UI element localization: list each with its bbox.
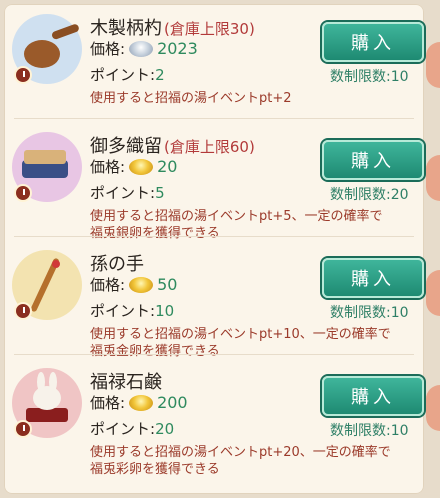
points-row: ポイント:10: [90, 302, 175, 320]
buy-button[interactable]: 購入: [322, 22, 424, 62]
points-row: ポイント:5: [90, 184, 165, 202]
stock-limit: (倉庫上限60): [164, 138, 255, 156]
stock-limit: (倉庫上限30): [164, 20, 255, 38]
silver-coin-icon: [129, 40, 154, 57]
item-description: 使用すると招福の湯イベントpt+2: [90, 91, 292, 106]
side-tab[interactable]: [426, 385, 440, 431]
purchase-limit: 数制限数:20: [330, 187, 409, 203]
side-tab[interactable]: [426, 270, 440, 316]
item-name: 木製柄杓 (倉庫上限30): [90, 18, 255, 39]
price-row: 価格: 50: [90, 275, 178, 294]
price-row: 価格: 2023: [90, 39, 198, 58]
divider: [14, 236, 414, 237]
purchase-limit: 数制限数:10: [330, 423, 409, 439]
shop-item-soap: 福禄石鹸 価格: 200 ポイント:20 使用すると招福の湯イベントpt+20、…: [4, 358, 424, 477]
item-name: 孫の手: [90, 254, 144, 275]
shop-item-wooden-ladle: 木製柄杓 (倉庫上限30) 価格: 2023 ポイント:2 使用すると招福の湯イベ…: [4, 4, 424, 119]
divider: [14, 354, 414, 355]
side-tab[interactable]: [426, 42, 440, 88]
item-name: 福禄石鹸: [90, 372, 162, 393]
gold-ingot-icon: [129, 276, 154, 293]
buy-button[interactable]: 購入: [322, 140, 424, 180]
purchase-limit: 数制限数:10: [330, 305, 409, 321]
timer-icon: [14, 184, 32, 202]
points-row: ポイント:20: [90, 420, 175, 438]
side-tab[interactable]: [426, 155, 440, 201]
divider: [14, 118, 414, 119]
shop-item-back-scratcher: 孫の手 価格: 50 ポイント:10 使用すると招福の湯イベントpt+10、一定…: [4, 240, 424, 359]
buy-button[interactable]: 購入: [322, 258, 424, 298]
gold-ingot-icon: [129, 158, 154, 175]
item-name: 御多織留 (倉庫上限60): [90, 136, 255, 157]
purchase-limit: 数制限数:10: [330, 69, 409, 85]
gold-ingot-icon: [129, 394, 154, 411]
price-row: 価格: 20: [90, 157, 178, 176]
item-description: 使用すると招福の湯イベントpt+20、一定の確率で 福兎彩卵を獲得できる: [90, 445, 391, 477]
timer-icon: [14, 302, 32, 320]
shop-list-panel: 木製柄杓 (倉庫上限30) 価格: 2023 ポイント:2 使用すると招福の湯イベ…: [4, 4, 424, 494]
price-row: 価格: 200: [90, 393, 188, 412]
buy-button[interactable]: 購入: [322, 376, 424, 416]
shop-item-cloth: 御多織留 (倉庫上限60) 価格: 20 ポイント:5 使用すると招福の湯イベント…: [4, 122, 424, 241]
timer-icon: [14, 420, 32, 438]
points-row: ポイント:2: [90, 66, 165, 84]
timer-icon: [14, 66, 32, 84]
